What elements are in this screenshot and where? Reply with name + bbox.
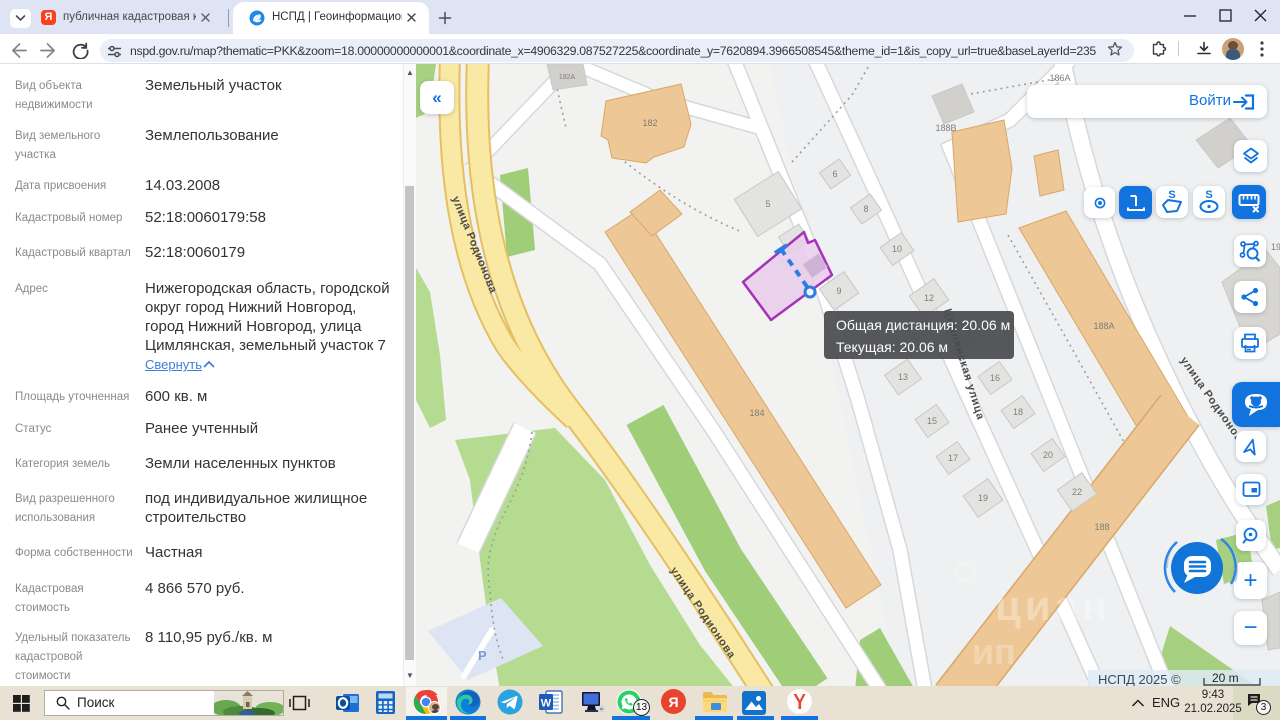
svg-text:19: 19 [1271, 242, 1280, 252]
svg-text:12: 12 [924, 293, 934, 303]
svg-text:188: 188 [1094, 522, 1109, 532]
svg-text:Р: Р [478, 648, 487, 663]
svg-text:182: 182 [642, 118, 657, 128]
svg-text:18: 18 [1013, 407, 1023, 417]
svg-text:16: 16 [990, 373, 1000, 383]
svg-text:182А: 182А [559, 74, 576, 81]
svg-text:5: 5 [765, 199, 770, 209]
svg-text:8: 8 [863, 204, 868, 214]
svg-text:9: 9 [836, 286, 841, 296]
svg-text:186А: 186А [1049, 73, 1070, 83]
svg-text:20: 20 [1043, 450, 1053, 460]
svg-text:188В: 188В [935, 123, 956, 133]
svg-text:13: 13 [898, 372, 908, 382]
svg-text:188А: 188А [1093, 321, 1114, 331]
svg-text:S: S [1168, 189, 1175, 201]
svg-text:6: 6 [832, 169, 837, 179]
svg-text:Я: Я [668, 694, 678, 710]
svg-text:10: 10 [892, 244, 902, 254]
svg-text:циан: циан [995, 582, 1111, 629]
svg-text:ип: ип [972, 631, 1016, 672]
svg-text:S: S [1205, 189, 1212, 201]
svg-text:15: 15 [927, 416, 937, 426]
svg-text:19: 19 [978, 493, 988, 503]
svg-text:184: 184 [749, 408, 764, 418]
svg-text:W: W [541, 698, 552, 710]
svg-text:17: 17 [948, 453, 958, 463]
svg-text:22: 22 [1072, 487, 1082, 497]
